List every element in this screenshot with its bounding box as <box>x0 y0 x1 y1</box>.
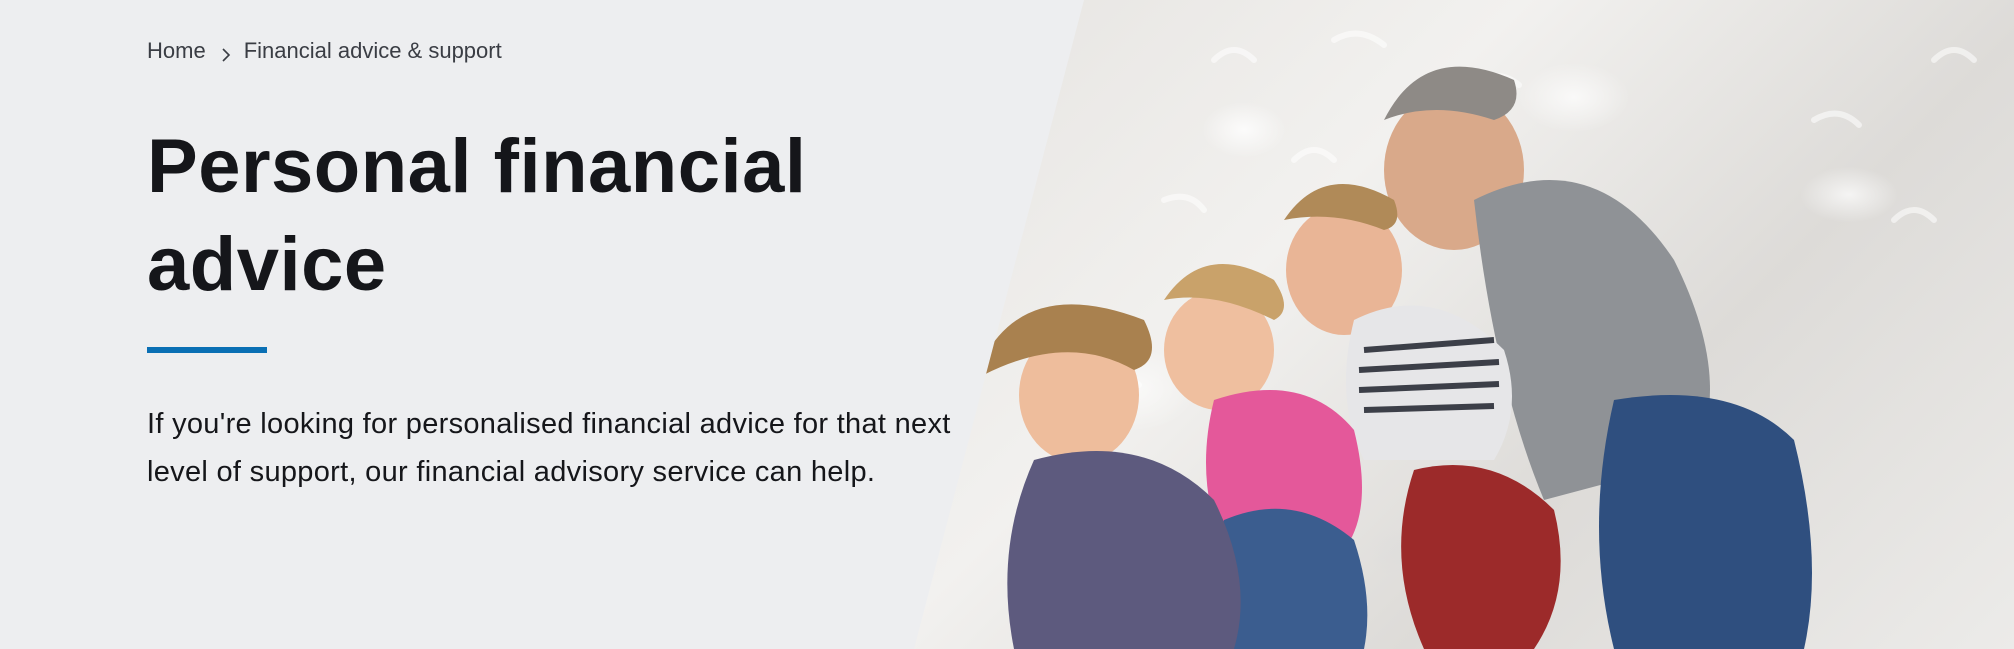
breadcrumb-home-link[interactable]: Home <box>147 38 206 64</box>
breadcrumb: Home Financial advice & support <box>147 38 502 64</box>
chevron-right-icon <box>218 43 234 62</box>
page-title: Personal financial advice <box>147 124 807 307</box>
hero-banner: Home Financial advice & support Personal… <box>0 0 2014 649</box>
family-illustration <box>974 30 1977 649</box>
breadcrumb-current-link[interactable]: Financial advice & support <box>244 38 502 64</box>
title-accent-rule <box>147 347 267 353</box>
intro-paragraph: If you're looking for personalised finan… <box>147 408 951 488</box>
family-hero-image <box>914 0 2014 649</box>
